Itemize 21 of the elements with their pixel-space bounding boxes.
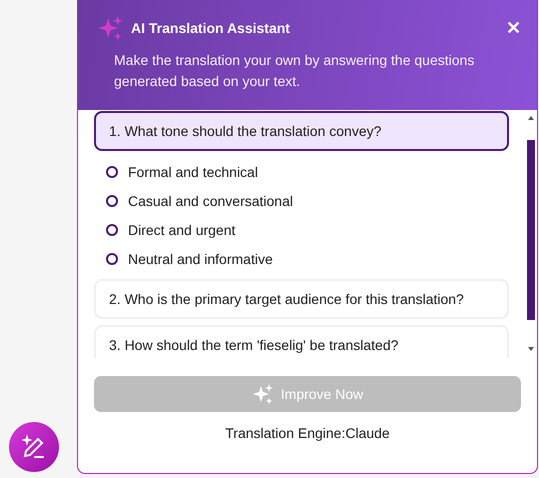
option-label: Formal and technical bbox=[128, 164, 258, 180]
radio-button[interactable] bbox=[106, 166, 118, 178]
sparkle-pencil-icon bbox=[20, 434, 46, 460]
sparkles-icon bbox=[252, 384, 273, 404]
question-item[interactable]: 1. What tone should the translation convey? bbox=[94, 111, 509, 151]
engine-label: Translation Engine:Claude bbox=[225, 425, 390, 441]
option-label: Casual and conversational bbox=[128, 192, 293, 208]
scroll-down-icon[interactable] bbox=[528, 347, 534, 352]
radio-button[interactable] bbox=[106, 224, 118, 236]
magic-edit-button[interactable] bbox=[8, 422, 58, 472]
radio-button[interactable] bbox=[106, 194, 118, 206]
radio-button[interactable] bbox=[106, 252, 118, 264]
option-label: Direct and urgent bbox=[128, 222, 236, 238]
close-button[interactable]: ✕ bbox=[506, 19, 521, 37]
question-item[interactable]: 3. How should the term 'fieselig' be translated? bbox=[94, 325, 509, 358]
scroll-up-icon[interactable] bbox=[528, 116, 534, 121]
sparkles-icon bbox=[97, 16, 123, 40]
panel-description: Make the translation your own by answering the questions generated based on your text. bbox=[114, 51, 476, 91]
option-label: Neutral and informative bbox=[128, 250, 273, 266]
panel-title: AI Translation Assistant bbox=[131, 20, 291, 36]
question-item[interactable]: 2. Who is the primary target audience for this translation? bbox=[94, 279, 509, 319]
